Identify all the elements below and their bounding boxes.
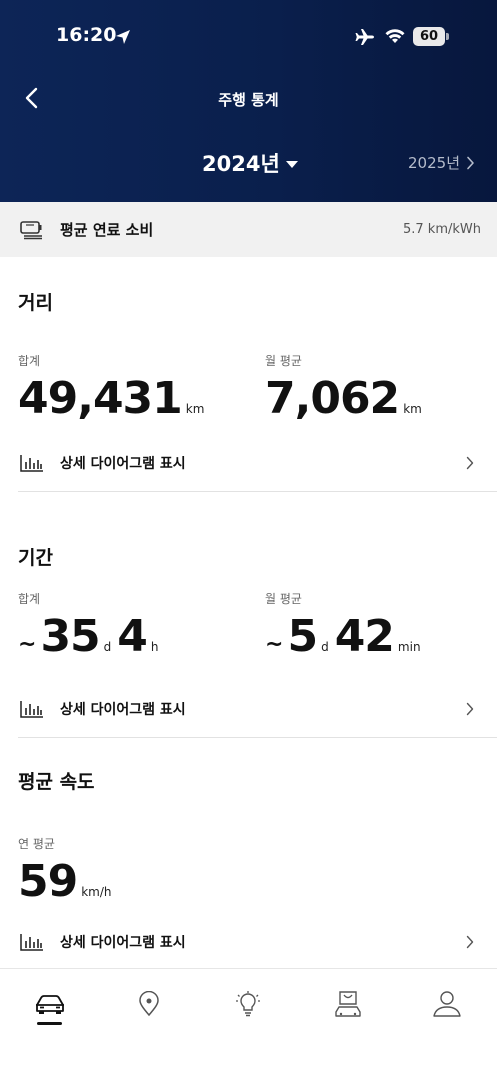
divider	[18, 491, 497, 492]
duration-total-label: 합계	[18, 592, 41, 606]
fuel-value: 5.7 km/kWh	[403, 222, 481, 237]
duration-total-value-row: ~ 35 d 4 h	[18, 611, 165, 662]
caret-down-icon	[285, 160, 298, 168]
car-icon	[36, 995, 64, 1014]
battery-tip	[446, 33, 449, 40]
chevron-right-icon	[466, 935, 474, 949]
duration-total: 합계 ~ 35 d 4 h	[18, 590, 165, 662]
chevron-right-icon	[466, 702, 474, 716]
battery-indicator: 60	[413, 27, 449, 46]
battery-level: 60	[413, 27, 445, 46]
distance-total-unit: km	[185, 402, 205, 416]
duration-total-days: 35	[40, 611, 100, 662]
approx-sign: ~	[18, 632, 37, 657]
location-arrow-icon	[116, 30, 130, 44]
tab-vehicle[interactable]	[30, 987, 70, 1021]
bar-chart-icon	[20, 934, 43, 951]
speed-yearly-value-row: 59 km/h	[18, 856, 118, 907]
fuel-label: 평균 연료 소비	[60, 221, 154, 239]
duration-diagram-label: 상세 다이어그램 표시	[60, 702, 186, 718]
tab-tips[interactable]	[228, 987, 268, 1021]
speed-diagram-label: 상세 다이어그램 표시	[60, 935, 186, 951]
duration-monthly-label: 월 평균	[265, 592, 302, 606]
speed-yearly: 연 평균 59 km/h	[18, 835, 118, 907]
distance-monthly-label: 월 평균	[265, 354, 302, 368]
wifi-icon	[385, 29, 405, 43]
duration-title: 기간	[18, 547, 53, 569]
chevron-right-icon	[466, 456, 474, 470]
tab-profile[interactable]	[427, 987, 467, 1021]
approx-sign: ~	[265, 632, 284, 657]
speed-diagram-button[interactable]: 상세 다이어그램 표시	[0, 922, 497, 962]
duration-monthly-days: 5	[287, 611, 318, 662]
status-time: 16:20	[56, 24, 117, 46]
chevron-right-icon	[467, 156, 474, 169]
next-year-label: 2025년	[408, 154, 460, 172]
page-title: 주행 통계	[218, 91, 279, 109]
distance-monthly-value-row: 7,062 km	[265, 373, 428, 424]
duration-monthly-value-row: ~ 5 d 42 min	[265, 611, 427, 662]
duration-monthly-minutes: 42	[334, 611, 395, 662]
distance-total: 합계 49,431 km	[18, 352, 210, 424]
tab-map[interactable]	[129, 987, 169, 1021]
distance-total-value: 49,431	[18, 373, 183, 424]
duration-diagram-button[interactable]: 상세 다이어그램 표시	[0, 689, 497, 729]
location-pin-icon	[139, 991, 159, 1017]
battery-charge-icon	[20, 220, 42, 239]
distance-title: 거리	[18, 292, 53, 314]
divider	[18, 737, 497, 738]
distance-diagram-button[interactable]: 상세 다이어그램 표시	[0, 443, 497, 483]
next-year-button[interactable]: 2025년	[408, 152, 475, 173]
bar-chart-icon	[20, 455, 43, 472]
distance-total-value-row: 49,431 km	[18, 373, 210, 424]
bar-chart-icon	[20, 701, 43, 718]
distance-diagram-label: 상세 다이어그램 표시	[60, 456, 186, 472]
distance-monthly-value: 7,062	[265, 373, 400, 424]
speed-yearly-value: 59	[18, 856, 78, 907]
year-label: 2024년	[202, 152, 280, 176]
duration-total-hours: 4	[117, 611, 148, 662]
duration-monthly: 월 평균 ~ 5 d 42 min	[265, 590, 427, 662]
lightbulb-icon	[236, 991, 260, 1017]
speed-title: 평균 속도	[18, 771, 95, 793]
duration-monthly-days-unit: d	[321, 640, 329, 654]
distance-monthly-unit: km	[403, 402, 422, 416]
distance-monthly: 월 평균 7,062 km	[265, 352, 428, 424]
active-tab-indicator	[37, 1022, 62, 1025]
tab-shop[interactable]	[328, 987, 368, 1021]
shop-icon	[335, 991, 361, 1017]
fuel-consumption-row: 평균 연료 소비 5.7 km/kWh	[0, 202, 497, 257]
speed-yearly-unit: km/h	[81, 885, 112, 899]
profile-icon	[433, 991, 461, 1017]
year-selector[interactable]: 2024년	[202, 148, 298, 178]
distance-total-label: 합계	[18, 354, 41, 368]
duration-total-hours-unit: h	[150, 640, 159, 654]
speed-yearly-label: 연 평균	[18, 837, 55, 851]
tab-bar	[0, 968, 497, 1080]
header: 16:20 60 주행 통계 2024년 2025년	[0, 0, 497, 202]
airplane-icon	[355, 29, 374, 45]
duration-total-days-unit: d	[103, 640, 112, 654]
duration-monthly-minutes-unit: min	[397, 640, 421, 654]
